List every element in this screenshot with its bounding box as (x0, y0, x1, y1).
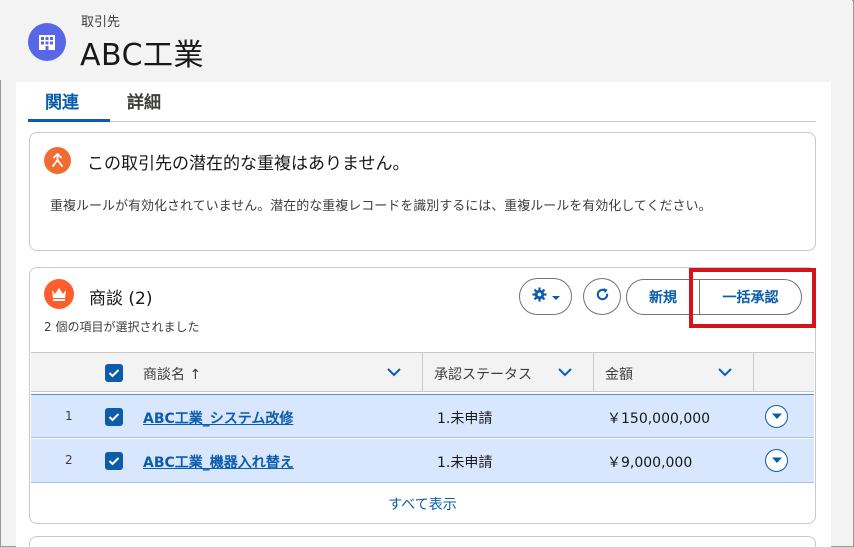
highlight-annotation (689, 268, 816, 328)
column-header-status[interactable]: 承認ステータス (434, 364, 532, 384)
row-action-button[interactable] (765, 449, 788, 472)
caret-down-icon (551, 289, 560, 305)
tab-details[interactable]: 詳細 (127, 88, 161, 113)
duplicates-card: この取引先の潜在的な重複はありません。 重複ルールが有効化されていません。潜在的… (29, 132, 816, 251)
opportunity-name-link[interactable]: ABC工業_システム改修 (143, 408, 293, 428)
duplicates-title: この取引先の潜在的な重複はありません。 (87, 154, 410, 174)
opportunities-title[interactable]: 商談 (2) (89, 284, 152, 309)
view-all-link[interactable]: すべて表示 (30, 494, 815, 514)
table-header: 商談名 ↑ 承認ステータス 金額 (31, 352, 814, 392)
column-divider (593, 353, 594, 392)
amount: ￥9,000,000 (607, 455, 693, 471)
crown-icon (44, 279, 74, 309)
amount: ￥150,000,000 (607, 411, 711, 427)
tab-related[interactable]: 関連 (45, 88, 79, 113)
selection-count: 2 個の項目が選択されました (44, 320, 200, 334)
row-checkbox[interactable] (105, 452, 123, 470)
column-divider (422, 353, 423, 392)
table-row[interactable]: 2 ABC工業_機器入れ替え 1.未申請 ￥9,000,000 (31, 439, 814, 483)
list-settings-button[interactable] (519, 278, 572, 315)
column-header-amount[interactable]: 金額 (605, 364, 633, 384)
row-action-button[interactable] (765, 405, 788, 428)
object-type-label: 取引先 (81, 15, 121, 30)
chevron-down-icon[interactable] (386, 366, 402, 378)
caret-down-icon (771, 457, 782, 463)
tab-bar: 関連 詳細 (16, 82, 831, 124)
approval-status: 1.未申請 (437, 411, 493, 427)
caret-down-icon (771, 413, 782, 419)
active-tab-indicator (28, 119, 110, 122)
record-title: ABC工業 (80, 38, 205, 73)
row-number: 2 (65, 453, 73, 467)
row-number: 1 (65, 409, 73, 423)
select-all-checkbox[interactable] (105, 364, 123, 382)
duplicates-message: 重複ルールが有効化されていません。潜在的な重複レコードを識別するには、重複ルール… (50, 199, 712, 214)
column-divider (753, 353, 754, 392)
merge-icon (44, 147, 71, 174)
refresh-button[interactable] (583, 278, 621, 315)
column-header-name[interactable]: 商談名 ↑ (143, 364, 201, 384)
approval-status: 1.未申請 (437, 455, 493, 471)
chevron-down-icon[interactable] (717, 366, 733, 378)
refresh-icon (595, 287, 610, 306)
next-related-card (29, 536, 816, 547)
record-header: 取引先 ABC工業 (0, 0, 852, 80)
row-checkbox[interactable] (105, 408, 123, 426)
opportunity-name-link[interactable]: ABC工業_機器入れ替え (143, 452, 294, 472)
table-row[interactable]: 1 ABC工業_システム改修 1.未申請 ￥150,000,000 (31, 394, 814, 438)
building-icon (28, 23, 66, 61)
chevron-down-icon[interactable] (557, 366, 573, 378)
gear-icon (531, 287, 547, 306)
tab-divider (28, 121, 816, 122)
